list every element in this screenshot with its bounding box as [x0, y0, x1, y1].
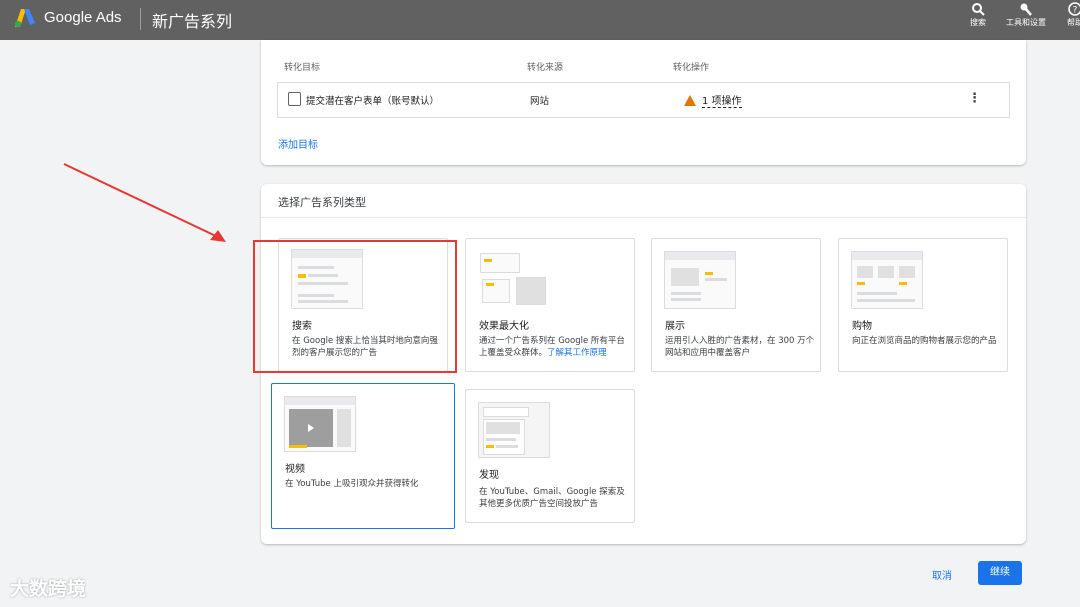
help-label: 帮助 — [1067, 18, 1080, 27]
svg-text:?: ? — [1073, 6, 1078, 16]
tools-settings-label: 工具和设置 — [1006, 18, 1046, 27]
lead-form-icon — [288, 92, 301, 106]
tools-settings-button[interactable]: 工具和设置 — [1006, 2, 1046, 28]
header-source: 转化来源 — [527, 63, 564, 73]
goal-source: 网站 — [530, 96, 550, 107]
campaign-type-performance-max[interactable]: 效果最大化 通过一个广告系列在 Google 所有平台上覆盖受众群体。了解其工作… — [465, 238, 635, 372]
top-bar: Google Ads 新广告系列 搜索 工具和设置 ? 帮助 — [0, 0, 1080, 40]
goal-name: 提交潜在客户表单（账号默认） — [306, 96, 440, 107]
type-desc-display: 运用引人入胜的广告素材，在 300 万个网站和应用中覆盖客户 — [665, 336, 815, 358]
annotation-arrow-icon — [63, 163, 226, 242]
type-name-performance-max: 效果最大化 — [479, 321, 529, 332]
shopping-thumbnail-icon — [851, 251, 923, 309]
type-desc-performance-max: 通过一个广告系列在 Google 所有平台上覆盖受众群体。了解其工作原理 — [479, 335, 629, 359]
conversion-goals-card: 转化目标 转化来源 转化操作 提交潜在客户表单（账号默认） 网站 1 项操作 ⋮… — [261, 40, 1026, 165]
discovery-thumbnail-icon — [478, 402, 550, 458]
cancel-button[interactable]: 取消 — [932, 567, 952, 582]
warning-icon — [684, 95, 696, 106]
search-icon — [972, 3, 985, 16]
watermark: 大数跨境 — [10, 578, 87, 600]
performance-max-thumbnail-icon — [478, 251, 548, 305]
brand-name: Google Ads — [44, 9, 122, 26]
title-divider — [140, 8, 141, 30]
section-title: 选择广告系列类型 — [278, 196, 366, 209]
type-name-discovery: 发现 — [479, 470, 499, 481]
video-thumbnail-icon — [284, 396, 356, 452]
help-icon: ? — [1068, 2, 1080, 16]
header-goal: 转化目标 — [284, 63, 321, 73]
type-desc-discovery: 在 YouTube、Gmail、Google 探索及其他更多优质广告空间投放广告 — [479, 487, 625, 509]
type-name-display: 展示 — [665, 321, 685, 332]
google-ads-logo-icon[interactable] — [14, 8, 36, 28]
continue-button[interactable]: 继续 — [978, 561, 1022, 585]
header-action: 转化操作 — [673, 63, 710, 73]
help-button[interactable]: ? 帮助 — [1062, 2, 1080, 28]
campaign-type-discovery[interactable]: 发现 在 YouTube、Gmail、Google 探索及其他更多优质广告空间投… — [465, 389, 635, 523]
search-tool-button[interactable]: 搜索 — [966, 2, 990, 28]
goal-action-link[interactable]: 1 项操作 — [702, 92, 742, 108]
section-divider — [261, 217, 1026, 218]
campaign-type-display[interactable]: 展示 运用引人入胜的广告素材，在 300 万个网站和应用中覆盖客户 — [651, 238, 821, 372]
learn-how-it-works-link[interactable]: 了解其工作原理 — [547, 348, 607, 358]
wrench-icon — [1020, 3, 1032, 16]
goal-row: 提交潜在客户表单（账号默认） 网站 1 项操作 ⋮ — [277, 82, 1010, 118]
page-title: 新广告系列 — [152, 12, 233, 31]
type-name-video: 视频 — [285, 464, 305, 475]
highlight-box — [253, 240, 457, 373]
type-name-shopping: 购物 — [852, 321, 872, 332]
more-options-icon[interactable]: ⋮ — [968, 91, 981, 106]
campaign-type-video[interactable]: 视频 在 YouTube 上吸引观众并获得转化 — [271, 383, 455, 529]
add-goal-link[interactable]: 添加目标 — [278, 136, 318, 151]
campaign-type-shopping[interactable]: 购物 向正在浏览商品的购物者展示您的产品 — [838, 238, 1008, 372]
display-thumbnail-icon — [664, 251, 736, 309]
type-desc-video: 在 YouTube 上吸引观众并获得转化 — [285, 479, 419, 489]
type-desc-shopping: 向正在浏览商品的购物者展示您的产品 — [852, 336, 997, 346]
search-tool-label: 搜索 — [970, 18, 986, 27]
